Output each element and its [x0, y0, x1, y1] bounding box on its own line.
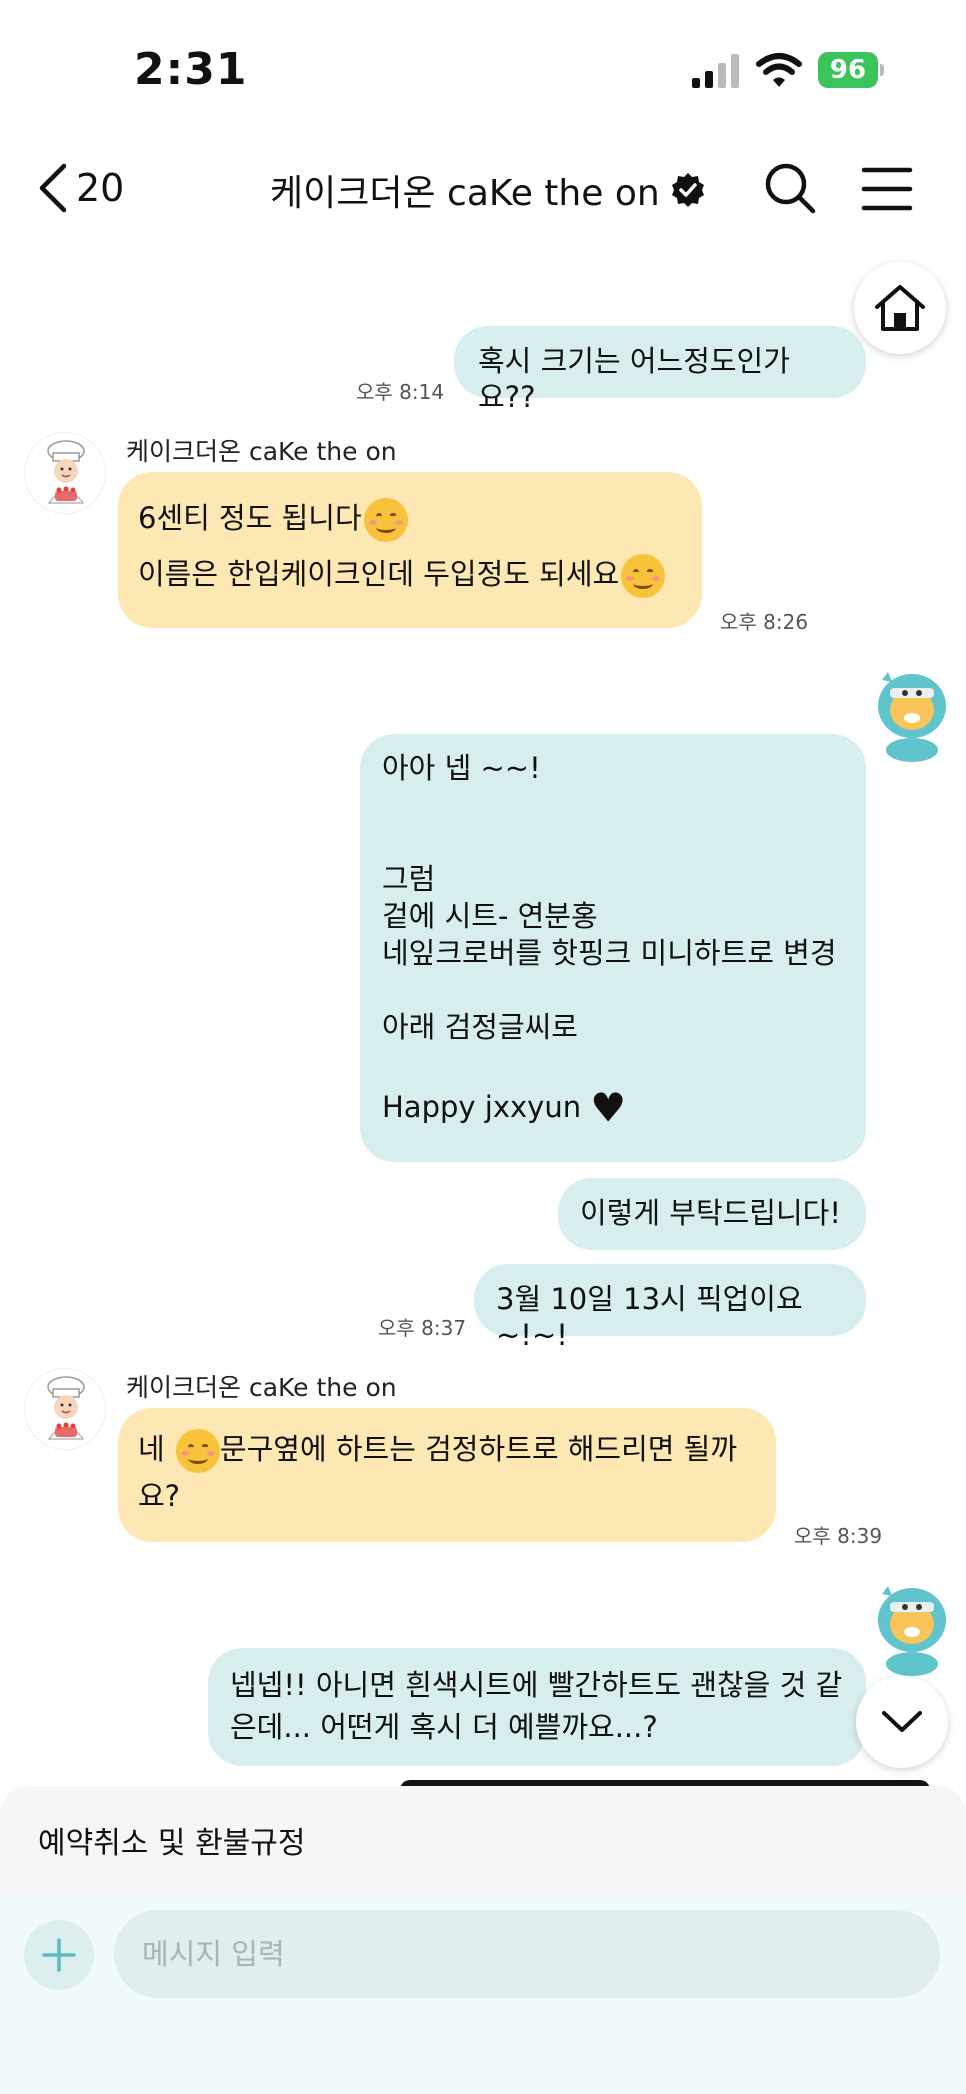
chevron-down-icon	[882, 1711, 922, 1732]
plus-icon	[42, 1938, 76, 1972]
message-composer	[0, 1894, 966, 2094]
search-icon[interactable]	[762, 160, 818, 216]
their-message-bubble[interactable]: 6센티 정도 됩니다 이름은 한입케이크인데 두입정도 되세요	[118, 472, 702, 628]
message-text: 혹시 크기는 어느정도인가요??	[478, 344, 790, 414]
battery-level: 96	[818, 52, 878, 88]
back-chevron-icon	[39, 163, 67, 213]
message-text: 이름은 한입케이크인데 두입정도 되세요	[138, 557, 620, 591]
my-message-bubble[interactable]: 이렇게 부탁드립니다!	[558, 1178, 866, 1250]
message-input[interactable]	[114, 1910, 940, 1998]
attach-button[interactable]	[24, 1920, 94, 1990]
smiling-face-emoji-icon	[175, 1429, 220, 1473]
message-line: 아래 검정글씨로	[382, 1010, 578, 1044]
scroll-to-bottom-button[interactable]	[856, 1676, 948, 1768]
home-icon	[875, 285, 925, 331]
message-text: 문구옆에 하트는 검정하트로 해드리면 될까	[219, 1432, 738, 1466]
dino-sticker-icon	[878, 672, 946, 762]
chat-title-text: 케이크더온 caKe the on	[270, 173, 660, 214]
message-text: 3월 10일 13시 픽업이요~!~!	[496, 1282, 803, 1352]
verified-badge-icon	[671, 173, 704, 207]
status-time: 2:31	[134, 44, 248, 95]
my-message-bubble[interactable]: 아아 넵 ~~! 그럼 겉에 시트- 연분홍 네잎크로버를 핫핑크 미니하트로 …	[360, 734, 866, 1162]
status-bar: 2:31 96	[0, 0, 966, 140]
black-heart-emoji-icon: ♥	[590, 1085, 627, 1132]
message-line: Happy jxxyun	[382, 1090, 582, 1124]
my-message-bubble[interactable]: 혹시 크기는 어느정도인가요??	[454, 326, 866, 414]
home-button[interactable]	[854, 262, 946, 354]
message-line: 그럼	[382, 862, 436, 896]
back-button[interactable]: 20	[36, 158, 124, 218]
message-line: 은데... 어떤게 혹시 더 예쁠까요...?	[230, 1710, 658, 1744]
chef-avatar-icon	[47, 1376, 85, 1440]
menu-icon[interactable]	[860, 162, 914, 216]
message-time: 오후 8:37	[378, 1316, 467, 1340]
message-text: 6센티 정도 됩니다	[138, 501, 362, 535]
unread-count: 20	[76, 166, 125, 210]
chat-header: 20 케이크더온 caKe the on	[0, 140, 966, 236]
message-text: 네	[138, 1432, 165, 1466]
smiling-face-emoji-icon	[363, 498, 408, 542]
message-line: 네잎크로버를 핫핑크 미니하트로 변경	[382, 936, 837, 970]
signal-icon	[692, 54, 739, 88]
dino-sticker-icon	[878, 1586, 946, 1676]
sender-name: 케이크더온 caKe the on	[126, 437, 397, 466]
my-message-bubble[interactable]: 넵넵!! 아니면 흰색시트에 빨간하트도 괜찮을 것 같 은데... 어떤게 혹…	[208, 1648, 866, 1766]
sender-name: 케이크더온 caKe the on	[126, 1373, 397, 1402]
message-time: 오후 8:26	[720, 610, 809, 634]
my-message-bubble[interactable]: 3월 10일 13시 픽업이요~!~!	[474, 1264, 866, 1352]
message-line: 넵넵!! 아니면 흰색시트에 빨간하트도 괜찮을 것 같	[230, 1668, 843, 1702]
avatar[interactable]	[24, 1368, 106, 1450]
message-text: 이렇게 부탁드립니다!	[580, 1196, 841, 1230]
message-line: 아아 넵 ~~!	[382, 751, 541, 785]
avatar[interactable]	[24, 432, 106, 514]
refund-policy-bar[interactable]: 예약취소 및 환불규정	[0, 1786, 966, 1894]
chef-avatar-icon	[47, 440, 85, 504]
smiling-face-emoji-icon	[621, 554, 666, 598]
message-time: 오후 8:39	[794, 1524, 883, 1548]
wifi-icon	[756, 53, 802, 87]
message-line: 겉에 시트- 연분홍	[382, 899, 598, 933]
refund-policy-label: 예약취소 및 환불규정	[38, 1826, 306, 1861]
battery-indicator: 96	[818, 52, 884, 88]
message-time: 오후 8:14	[356, 380, 445, 404]
chat-title: 케이크더온 caKe the on	[270, 162, 706, 218]
message-line: 요?	[138, 1479, 181, 1513]
their-message-bubble[interactable]: 네 문구옆에 하트는 검정하트로 해드리면 될까 요?	[118, 1408, 776, 1542]
